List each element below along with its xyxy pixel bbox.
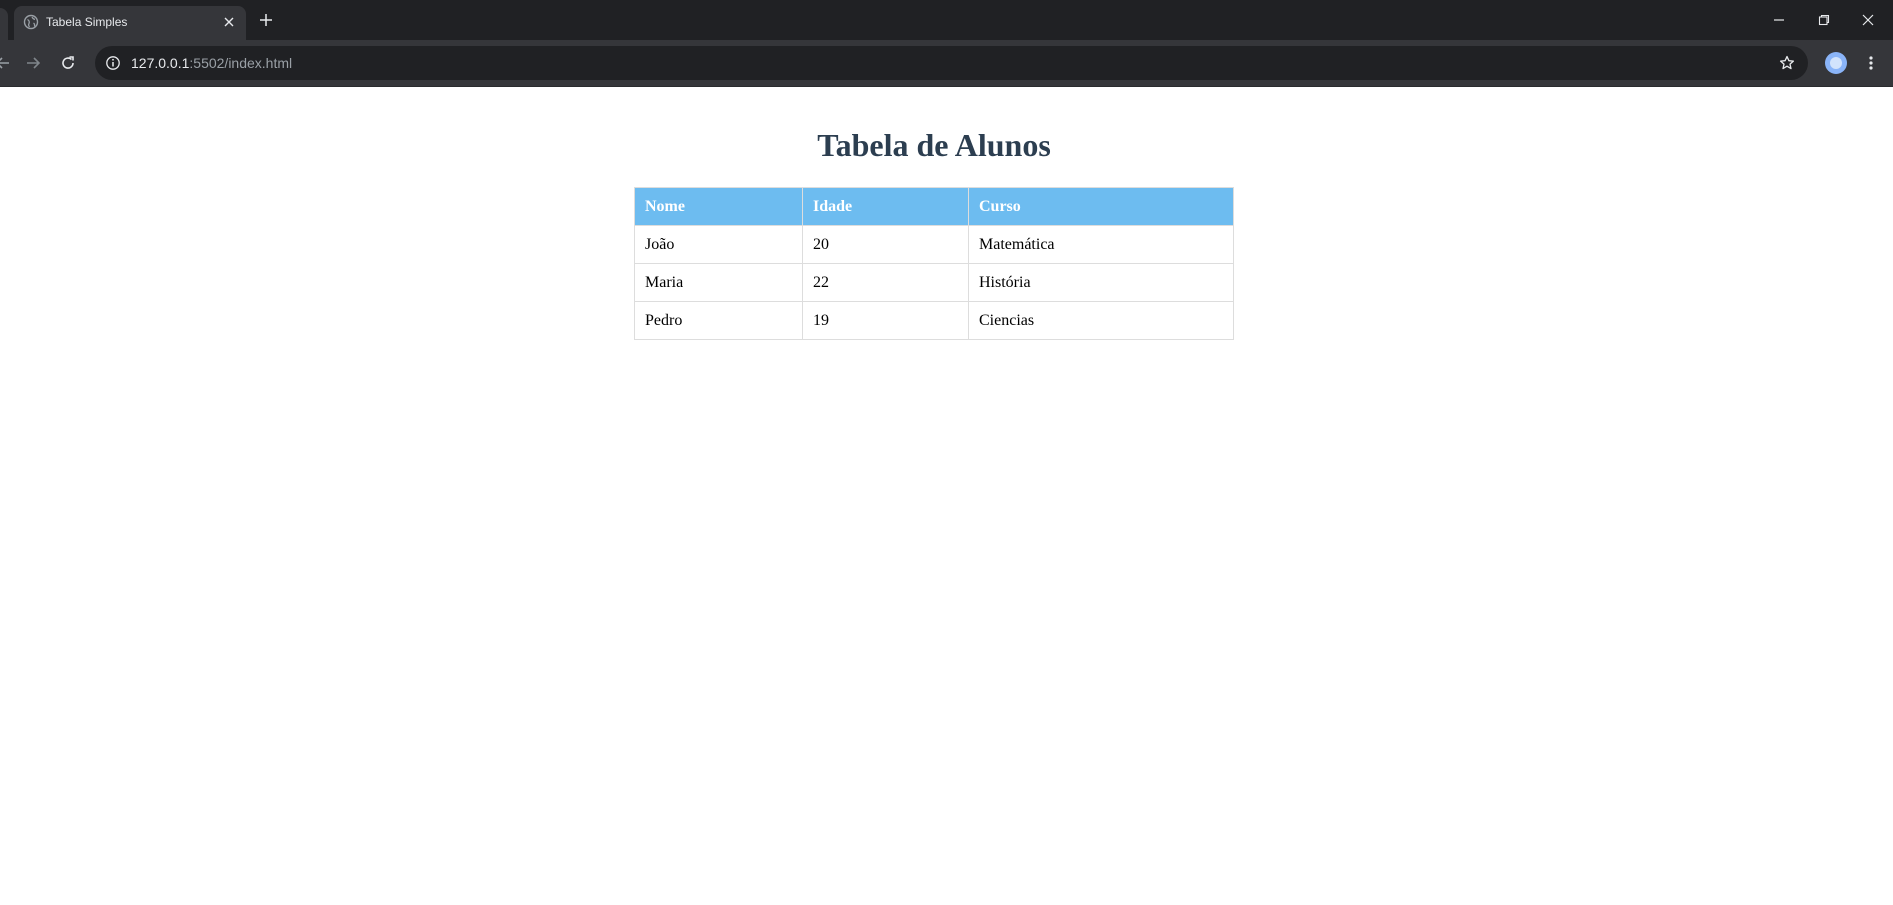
url-text[interactable]: 127.0.0.1:5502/index.html <box>131 55 292 71</box>
page-viewport: Tabela de Alunos Nome Idade Curso João 2… <box>0 87 1893 905</box>
avatar-icon <box>1830 57 1842 69</box>
cell-nome: Pedro <box>634 301 803 340</box>
header-curso: Curso <box>968 187 1234 226</box>
cell-nome: Maria <box>634 263 803 302</box>
site-info-icon[interactable] <box>103 53 123 73</box>
header-idade: Idade <box>802 187 969 226</box>
url-path: :5502/index.html <box>189 55 293 71</box>
browser-window: Tabela Simples 127.0.0.1:5502/index.html… <box>0 0 1893 905</box>
browser-toolbar: 127.0.0.1:5502/index.html <box>0 40 1893 87</box>
forward-arrow-icon[interactable] <box>22 52 44 74</box>
tab-strip: Tabela Simples <box>0 0 1893 40</box>
previous-tab-edge[interactable] <box>0 8 8 40</box>
bookmark-star-icon[interactable] <box>1777 53 1797 73</box>
cell-nome: João <box>634 225 803 264</box>
cell-curso: História <box>968 263 1234 302</box>
url-host: 127.0.0.1 <box>131 55 190 71</box>
profile-avatar[interactable] <box>1825 52 1847 74</box>
students-table: Nome Idade Curso João 20 Matemática Mari… <box>634 187 1234 340</box>
reload-icon[interactable] <box>57 52 79 74</box>
table-header-row: Nome Idade Curso <box>634 187 1234 226</box>
back-arrow-icon[interactable] <box>0 52 14 74</box>
tab-title: Tabela Simples <box>46 15 128 29</box>
cell-curso: Matemática <box>968 225 1234 264</box>
table-row: Pedro 19 Ciencias <box>634 301 1234 340</box>
cell-idade: 19 <box>802 301 969 340</box>
page-title: Tabela de Alunos <box>817 127 1051 163</box>
more-menu-icon[interactable] <box>1860 52 1882 74</box>
cell-idade: 20 <box>802 225 969 264</box>
tab-active[interactable]: Tabela Simples <box>14 6 246 40</box>
table-row: João 20 Matemática <box>634 225 1234 264</box>
header-nome: Nome <box>634 187 803 226</box>
restore-icon[interactable] <box>1812 8 1836 32</box>
globe-icon <box>23 14 39 30</box>
minimize-icon[interactable] <box>1767 8 1791 32</box>
close-icon[interactable] <box>220 13 238 31</box>
cell-curso: Ciencias <box>968 301 1234 340</box>
window-close-icon[interactable] <box>1856 8 1880 32</box>
address-bar[interactable]: 127.0.0.1:5502/index.html <box>95 46 1808 80</box>
cell-idade: 22 <box>802 263 969 302</box>
table-row: Maria 22 História <box>634 263 1234 302</box>
new-tab-plus-icon[interactable] <box>256 10 276 30</box>
